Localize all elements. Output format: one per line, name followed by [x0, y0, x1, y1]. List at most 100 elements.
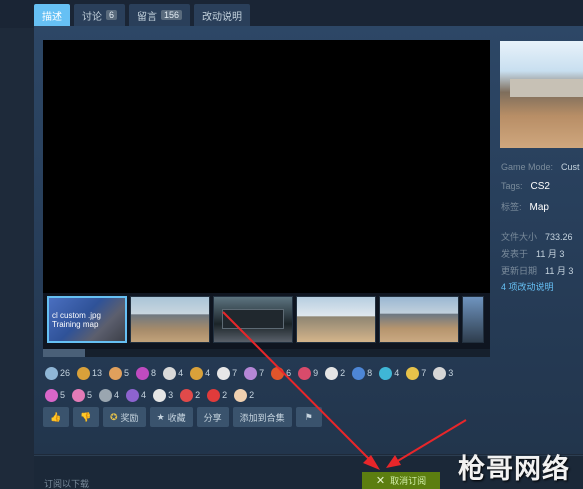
award-item[interactable]: 7 — [244, 366, 265, 380]
video-player[interactable] — [43, 40, 490, 293]
ball-icon — [99, 388, 113, 402]
fish-icon — [298, 366, 312, 380]
share-label: 分享 — [203, 412, 222, 423]
meta-key: Game Mode: — [501, 162, 554, 172]
meta-key: 文件大小 — [501, 232, 538, 242]
award-count: 7 — [259, 368, 265, 378]
thumbnail-video[interactable]: cl custom .jpg Training map — [47, 296, 127, 343]
award-item[interactable]: 8 — [136, 366, 157, 380]
meta-key: 标签: — [501, 202, 522, 212]
award-item[interactable]: 2 — [234, 388, 254, 402]
award-button[interactable]: ✪ 奖励 — [103, 407, 146, 427]
preview-image[interactable] — [500, 41, 583, 148]
award-item[interactable]: 8 — [352, 366, 373, 380]
award-item[interactable]: 3 — [153, 388, 174, 402]
mask-icon — [126, 388, 140, 402]
tab-change-notes[interactable]: 改动说明 — [194, 4, 251, 26]
card-icon — [234, 388, 248, 402]
thumbnail-screenshot[interactable] — [379, 296, 459, 343]
share-button[interactable]: 分享 — [196, 407, 229, 427]
award-count: 8 — [367, 368, 373, 378]
award-item[interactable]: 7 — [217, 366, 237, 380]
star-burst-icon — [406, 366, 420, 380]
meta-value: 11 月 3 — [545, 266, 574, 276]
meta-key: 更新日期 — [501, 266, 538, 276]
award-count: 3 — [448, 368, 454, 378]
meta-changelog: 4 项改动说明 — [501, 280, 554, 293]
award-item[interactable]: 4 — [379, 366, 399, 380]
hammer-icon — [190, 366, 204, 380]
award-item[interactable]: 5 — [72, 388, 92, 402]
ghost-face-icon — [433, 366, 447, 380]
award-count: 4 — [178, 368, 184, 378]
unsubscribe-button[interactable]: ✕ 取消订阅 — [362, 472, 440, 489]
cookie-icon — [109, 366, 123, 380]
award-item[interactable]: 7 — [406, 366, 426, 380]
rate-down-button[interactable]: 👎 — [73, 407, 99, 427]
award-item[interactable]: 4 — [126, 388, 147, 402]
action-bar: 👍 👎 ✪ 奖励 ★ 收藏 分享 添加到合集 ⚑ — [43, 407, 322, 427]
add-to-collection-button[interactable]: 添加到合集 — [232, 407, 292, 427]
thumbnail-scrollbar[interactable] — [43, 349, 490, 357]
wand-icon — [379, 366, 393, 380]
watermark-text: 枪哥网络 — [458, 454, 570, 485]
tab-description[interactable]: 描述 — [34, 4, 70, 26]
squid-icon — [136, 366, 150, 380]
award-item[interactable]: 5 — [45, 388, 66, 402]
award-item[interactable]: 9 — [298, 366, 318, 380]
thumbnail-list: cl custom .jpg Training map — [47, 296, 484, 343]
award-count: 3 — [168, 390, 174, 400]
award-count: 5 — [60, 390, 66, 400]
award-item[interactable]: 13 — [77, 366, 103, 380]
tab-bar: 描述 讨论 6 留言 156 改动说明 — [34, 4, 251, 26]
subscribe-label: 订阅以下载 — [44, 479, 90, 489]
thumbnail-screenshot[interactable] — [462, 296, 484, 343]
award-item[interactable]: 4 — [190, 366, 210, 380]
award-item[interactable]: 2 — [325, 366, 345, 380]
award-item[interactable]: 2 — [180, 388, 200, 402]
award-count: 2 — [222, 390, 228, 400]
favorite-button[interactable]: ★ 收藏 — [149, 407, 193, 427]
award-item[interactable]: 4 — [163, 366, 184, 380]
award-item[interactable]: 2 — [207, 388, 228, 402]
awards-row: 26 13 5 8 4 4 7 7 6 9 2 8 4 7 3 — [45, 364, 495, 382]
award-item[interactable]: 26 — [45, 366, 70, 380]
rate-up-button[interactable]: 👍 — [43, 407, 69, 427]
bulb-icon — [217, 366, 231, 380]
scrollbar-thumb[interactable] — [43, 349, 85, 357]
awards-section: 26 13 5 8 4 4 7 7 6 9 2 8 4 7 3 5 5 4 4 3 2 2 2 — [45, 364, 495, 408]
change-notes-link[interactable]: 4 项改动说明 — [501, 282, 554, 292]
award-item[interactable]: 3 — [433, 366, 454, 380]
popcorn-icon — [180, 388, 194, 402]
thumbnail-screenshot[interactable] — [130, 296, 210, 343]
thumbnail-screenshot[interactable] — [213, 296, 293, 343]
cat-icon — [244, 366, 258, 380]
award-count: 6 — [286, 368, 292, 378]
flame-icon — [271, 366, 285, 380]
tag-link[interactable]: CS2 — [531, 181, 550, 192]
report-button[interactable]: ⚑ — [295, 407, 322, 427]
favorite-label: 收藏 — [167, 412, 186, 423]
award-count: 5 — [124, 368, 130, 378]
close-icon: ✕ — [375, 475, 386, 487]
award-count: 4 — [141, 390, 147, 400]
tab-discussions[interactable]: 讨论 6 — [74, 4, 126, 26]
preview-wall-graphic — [510, 79, 583, 97]
award-item[interactable]: 5 — [109, 366, 130, 380]
tag-link[interactable]: Map — [530, 202, 549, 213]
tab-comments[interactable]: 留言 156 — [129, 4, 191, 26]
tab-count-badge: 156 — [161, 10, 183, 20]
award-count: 13 — [92, 368, 103, 378]
heart-icon — [45, 388, 58, 402]
meta-tags: Tags: CS2 — [501, 181, 550, 192]
award-item[interactable]: 6 — [271, 366, 292, 380]
meta-tags-cn: 标签: Map — [501, 200, 549, 213]
thumbnail-screenshot[interactable] — [296, 296, 376, 343]
tab-count-badge: 6 — [106, 10, 118, 20]
award-item[interactable]: 4 — [99, 388, 119, 402]
award-count: 8 — [151, 368, 157, 378]
unsubscribe-label: 取消订阅 — [390, 476, 427, 486]
meta-key: 发表于 — [501, 249, 529, 259]
thumbs-down-icon: 👎 — [80, 411, 92, 422]
meta-game-mode: Game Mode: Cust — [501, 162, 580, 173]
